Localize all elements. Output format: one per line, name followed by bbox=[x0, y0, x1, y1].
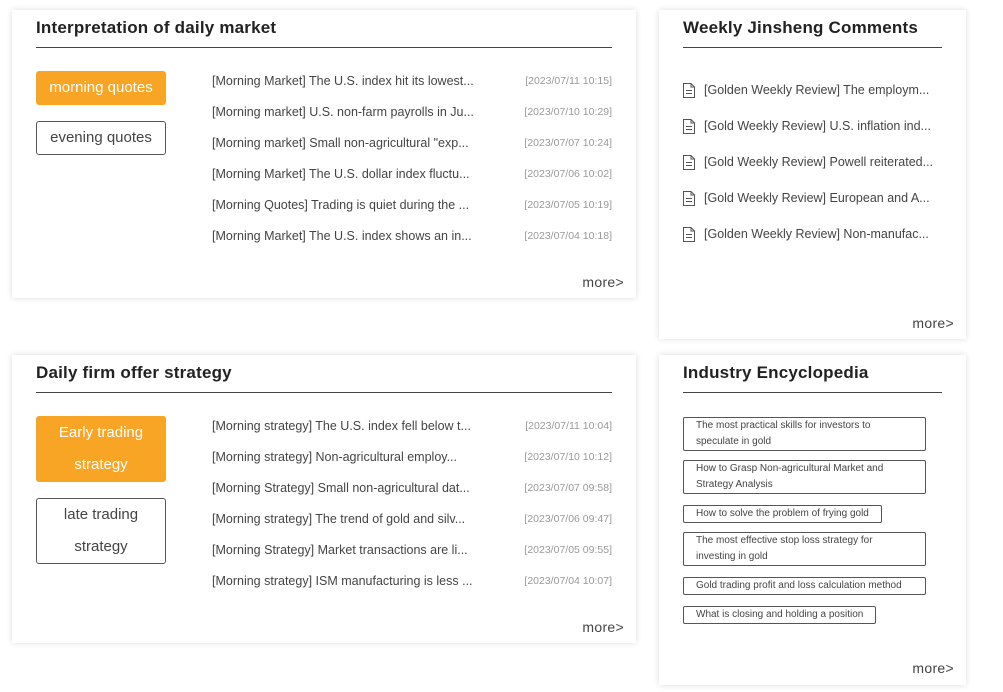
list-item[interactable]: [Morning market] Small non-agricultural … bbox=[212, 136, 614, 167]
list-item[interactable]: [Gold Weekly Review] U.S. inflation ind.… bbox=[683, 118, 943, 154]
news-title[interactable]: [Morning Strategy] Small non-agricultura… bbox=[212, 481, 487, 495]
news-title[interactable]: [Morning Market] The U.S. index shows an… bbox=[212, 229, 487, 243]
divider bbox=[683, 392, 942, 393]
news-title[interactable]: [Morning strategy] ISM manufacturing is … bbox=[212, 574, 487, 588]
encyclopedia-tags: The most practical skills for investors … bbox=[683, 417, 933, 633]
list-item[interactable]: [Morning strategy] The trend of gold and… bbox=[212, 512, 614, 543]
news-date: [2023/07/06 09:47] bbox=[524, 513, 612, 525]
list-item[interactable]: [Morning strategy] The U.S. index fell b… bbox=[212, 419, 614, 450]
encyclopedia-tag[interactable]: The most practical skills for investors … bbox=[683, 417, 926, 451]
list-item[interactable]: [Golden Weekly Review] The employm... bbox=[683, 82, 943, 118]
news-title[interactable]: [Morning market] Small non-agricultural … bbox=[212, 136, 487, 150]
news-date: [2023/07/11 10:15] bbox=[525, 75, 612, 87]
list-item[interactable]: [Morning strategy] ISM manufacturing is … bbox=[212, 574, 614, 605]
news-title[interactable]: [Morning Market] The U.S. index hit its … bbox=[212, 74, 487, 88]
divider bbox=[36, 392, 612, 393]
industry-encyclopedia-title: Industry Encyclopedia bbox=[683, 363, 869, 382]
weekly-title[interactable]: [Golden Weekly Review] Non-manufac... bbox=[704, 227, 940, 241]
more-link[interactable]: more> bbox=[912, 315, 954, 331]
tab-evening-quotes[interactable]: evening quotes bbox=[36, 121, 166, 155]
list-item[interactable]: [Morning Market] The U.S. index hit its … bbox=[212, 74, 614, 105]
news-date: [2023/07/10 10:29] bbox=[524, 106, 612, 118]
daily-market-list: [Morning Market] The U.S. index hit its … bbox=[212, 74, 614, 260]
news-date: [2023/07/04 10:07] bbox=[524, 575, 612, 587]
news-title[interactable]: [Morning Market] The U.S. dollar index f… bbox=[212, 167, 487, 181]
encyclopedia-tag[interactable]: Gold trading profit and loss calculation… bbox=[683, 577, 926, 595]
weekly-title[interactable]: [Golden Weekly Review] The employm... bbox=[704, 83, 940, 97]
weekly-title[interactable]: [Gold Weekly Review] U.S. inflation ind.… bbox=[704, 119, 940, 133]
list-item[interactable]: [Gold Weekly Review] European and A... bbox=[683, 190, 943, 226]
tab-early-trading-strategy[interactable]: Early trading strategy bbox=[36, 416, 166, 482]
document-icon bbox=[683, 155, 695, 170]
daily-market-panel: Interpretation of daily market morning q… bbox=[12, 10, 636, 298]
firm-offer-strategy-panel: Daily firm offer strategy Early trading … bbox=[12, 355, 636, 643]
daily-market-title: Interpretation of daily market bbox=[36, 18, 277, 37]
weekly-title[interactable]: [Gold Weekly Review] European and A... bbox=[704, 191, 940, 205]
list-item[interactable]: [Morning Strategy] Small non-agricultura… bbox=[212, 481, 614, 512]
list-item[interactable]: [Morning Market] The U.S. index shows an… bbox=[212, 229, 614, 260]
document-icon bbox=[683, 227, 695, 242]
news-date: [2023/07/05 10:19] bbox=[524, 199, 612, 211]
news-date: [2023/07/10 10:12] bbox=[524, 451, 612, 463]
encyclopedia-tag[interactable]: How to Grasp Non-agricultural Market and… bbox=[683, 460, 926, 494]
news-date: [2023/07/06 10:02] bbox=[524, 168, 612, 180]
weekly-title[interactable]: [Gold Weekly Review] Powell reiterated..… bbox=[704, 155, 940, 169]
divider bbox=[36, 47, 612, 48]
news-date: [2023/07/04 10:18] bbox=[524, 230, 612, 242]
news-title[interactable]: [Morning market] U.S. non-farm payrolls … bbox=[212, 105, 487, 119]
document-icon bbox=[683, 191, 695, 206]
more-link[interactable]: more> bbox=[582, 274, 624, 290]
more-link[interactable]: more> bbox=[582, 619, 624, 635]
news-title[interactable]: [Morning strategy] Non-agricultural empl… bbox=[212, 450, 487, 464]
list-item[interactable]: [Morning Strategy] Market transactions a… bbox=[212, 543, 614, 574]
news-date: [2023/07/05 09:55] bbox=[524, 544, 612, 556]
tab-morning-quotes[interactable]: morning quotes bbox=[36, 71, 166, 105]
news-date: [2023/07/11 10:04] bbox=[525, 420, 612, 432]
encyclopedia-tag[interactable]: What is closing and holding a position bbox=[683, 606, 877, 624]
list-item[interactable]: [Morning market] U.S. non-farm payrolls … bbox=[212, 105, 614, 136]
list-item[interactable]: [Morning Market] The U.S. dollar index f… bbox=[212, 167, 614, 198]
news-title[interactable]: [Morning Quotes] Trading is quiet during… bbox=[212, 198, 487, 212]
industry-encyclopedia-panel: Industry Encyclopedia The most practical… bbox=[659, 355, 966, 685]
encyclopedia-tag[interactable]: The most effective stop loss strategy fo… bbox=[683, 532, 926, 566]
list-item[interactable]: [Golden Weekly Review] Non-manufac... bbox=[683, 226, 943, 262]
list-item[interactable]: [Gold Weekly Review] Powell reiterated..… bbox=[683, 154, 943, 190]
weekly-comments-panel: Weekly Jinsheng Comments [Golden Weekly … bbox=[659, 10, 966, 339]
more-link[interactable]: more> bbox=[912, 660, 954, 676]
document-icon bbox=[683, 83, 695, 98]
encyclopedia-tag[interactable]: How to solve the problem of frying gold bbox=[683, 505, 882, 523]
news-title[interactable]: [Morning strategy] The U.S. index fell b… bbox=[212, 419, 487, 433]
tab-late-trading-strategy[interactable]: late trading strategy bbox=[36, 498, 166, 564]
news-title[interactable]: [Morning Strategy] Market transactions a… bbox=[212, 543, 487, 557]
weekly-comments-list: [Golden Weekly Review] The employm... [G… bbox=[683, 82, 943, 262]
firm-offer-strategy-list: [Morning strategy] The U.S. index fell b… bbox=[212, 419, 614, 605]
news-date: [2023/07/07 10:24] bbox=[524, 137, 612, 149]
list-item[interactable]: [Morning Quotes] Trading is quiet during… bbox=[212, 198, 614, 229]
document-icon bbox=[683, 119, 695, 134]
news-date: [2023/07/07 09:58] bbox=[524, 482, 612, 494]
list-item[interactable]: [Morning strategy] Non-agricultural empl… bbox=[212, 450, 614, 481]
firm-offer-strategy-title: Daily firm offer strategy bbox=[36, 363, 232, 382]
weekly-comments-title: Weekly Jinsheng Comments bbox=[683, 18, 918, 37]
news-title[interactable]: [Morning strategy] The trend of gold and… bbox=[212, 512, 487, 526]
divider bbox=[683, 47, 942, 48]
